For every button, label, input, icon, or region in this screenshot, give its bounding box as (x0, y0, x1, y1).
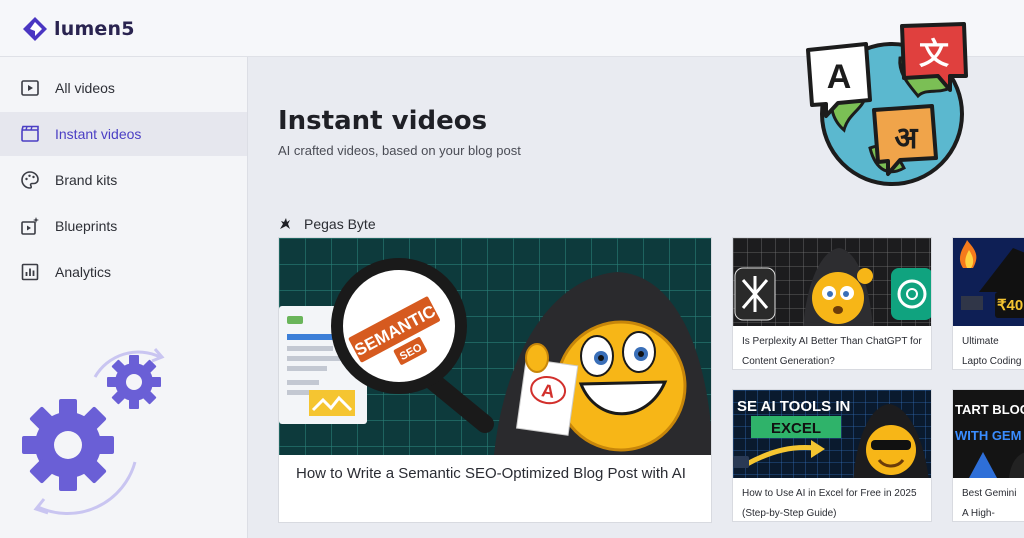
video-player-icon (21, 80, 39, 96)
video-title: Ultimate Lapto Coding Under (962, 336, 1022, 367)
sidebar-item-analytics[interactable]: Analytics (0, 250, 247, 294)
pegasus-icon (280, 218, 290, 229)
page-title: Instant videos (278, 106, 488, 136)
sidebar-item-blueprints[interactable]: Blueprints (0, 204, 247, 248)
video-card[interactable]: SE AI TOOLS IN EXCEL How to Use AI in Ex… (732, 389, 932, 522)
video-card[interactable]: ₹40 Ultimate Lapto Coding Under (952, 237, 1024, 370)
logo[interactable]: lumen5 (22, 16, 135, 42)
sidebar-item-label: All videos (55, 80, 115, 96)
sidebar-item-label: Analytics (55, 264, 112, 280)
lumen5-logo-icon (23, 17, 47, 41)
sidebar-item-label: Brand kits (55, 172, 118, 188)
video-card[interactable]: TART BLOG WITH GEM Best Gemini A High-Qu… (952, 389, 1024, 522)
video-card[interactable]: SEMANTIC SEO A How to Write a Semantic S… (278, 237, 712, 523)
thumb-text: EXCEL (771, 420, 821, 437)
palette-icon (21, 171, 39, 189)
thumb-text: TART BLOG (955, 402, 1024, 417)
video-thumbnail: TART BLOG WITH GEM (953, 390, 1024, 478)
letter-kanji: 文 (919, 37, 949, 72)
video-title: Is Perplexity AI Better Than ChatGPT for… (742, 336, 922, 367)
thumb-text: SE AI TOOLS IN (737, 398, 850, 415)
letter-hindi: अ (895, 121, 919, 156)
workspace-name: Pegas Byte (304, 216, 376, 232)
video-card[interactable]: Is Perplexity AI Better Than ChatGPT for… (732, 237, 932, 370)
sidebar-item-label: Instant videos (55, 126, 142, 142)
sidebar-item-brand-kits[interactable]: Brand kits (0, 158, 247, 202)
video-thumbnail: SE AI TOOLS IN EXCEL (733, 390, 931, 478)
thumb-text: WITH GEM (955, 428, 1021, 443)
letter-a: A (827, 58, 852, 96)
video-thumbnail (733, 238, 931, 326)
video-thumbnail: SEMANTIC SEO A (279, 238, 711, 455)
clapperboard-icon (21, 125, 39, 142)
sidebar-item-label: Blueprints (55, 218, 118, 234)
app-name: lumen5 (54, 18, 135, 40)
workspace-label: Pegas Byte (278, 214, 376, 234)
sidebar: All videos Instant videos Brand kits Blu… (0, 57, 248, 538)
video-title: How to Use AI in Excel for Free in 2025 … (742, 488, 917, 519)
price-tag: ₹40 (997, 297, 1023, 314)
gears-illustration (22, 348, 165, 515)
large-gear-icon (22, 399, 114, 491)
sidebar-item-all-videos[interactable]: All videos (0, 66, 247, 110)
sidebar-item-instant-videos[interactable]: Instant videos (0, 112, 247, 156)
bar-chart-icon (21, 263, 39, 281)
grade-text: A (540, 380, 556, 402)
video-title: Best Gemini A High-Quality B (962, 488, 1017, 519)
translation-globe-illustration: A 文 अ (806, 22, 968, 186)
page-subtitle: AI crafted videos, based on your blog po… (278, 143, 521, 158)
video-sparkle-icon (21, 217, 39, 235)
small-gear-icon (107, 355, 161, 409)
video-thumbnail: ₹40 (953, 238, 1024, 326)
video-title: How to Write a Semantic SEO-Optimized Bl… (296, 465, 686, 482)
